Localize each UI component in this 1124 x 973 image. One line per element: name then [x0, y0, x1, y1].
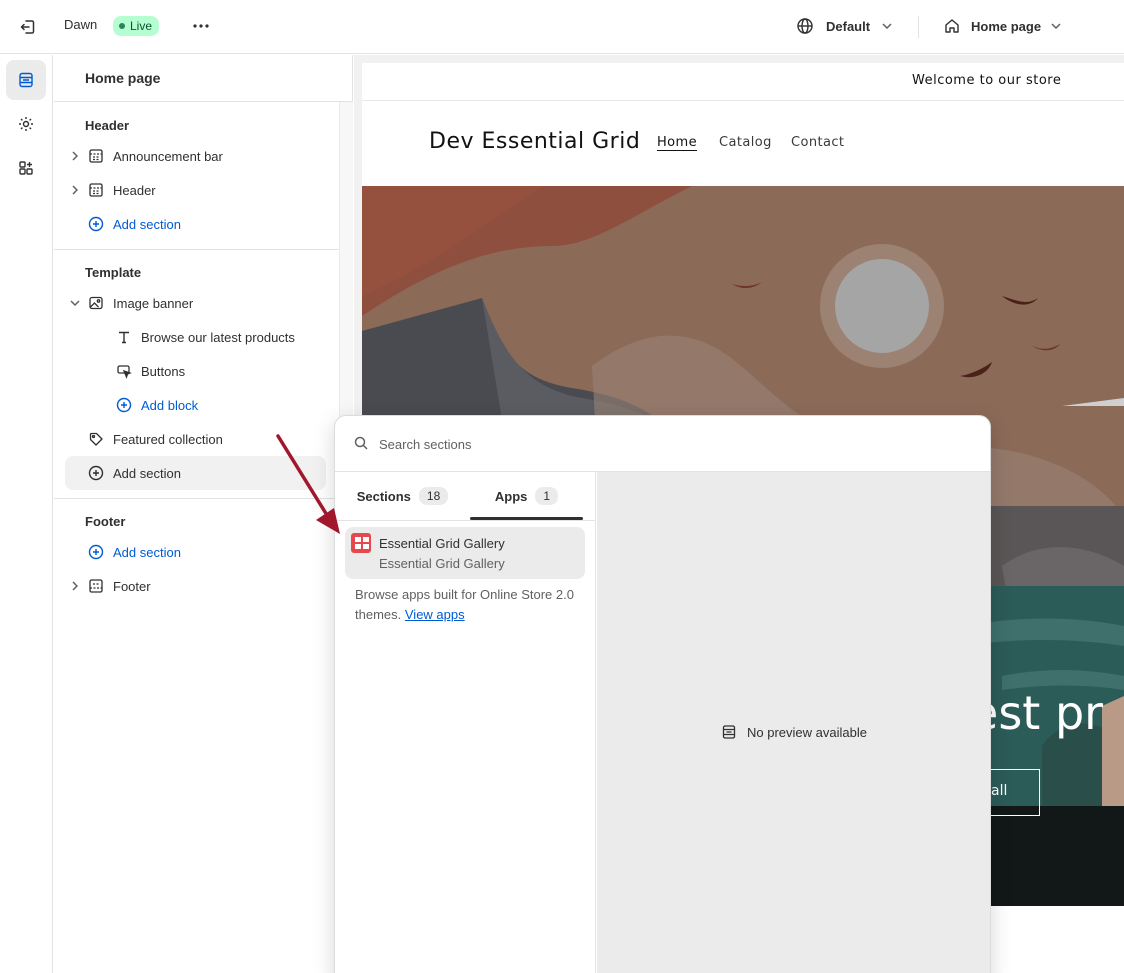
- settings-icon[interactable]: [6, 104, 46, 144]
- text-icon: [115, 328, 133, 346]
- app-block-subtitle: Essential Grid Gallery: [379, 556, 505, 571]
- globe-icon: [797, 18, 813, 34]
- store-nav-contact[interactable]: Contact: [791, 135, 844, 150]
- tab-count-badge: 18: [418, 487, 449, 505]
- section-search-bar: [335, 416, 990, 472]
- section-sidebar: Home page Header Announcement bar Header…: [54, 55, 353, 973]
- divider: [54, 101, 353, 102]
- sidebar-item-label: Header: [113, 182, 156, 198]
- store-nav-catalog[interactable]: Catalog: [719, 135, 772, 150]
- chevron-right-icon[interactable]: [69, 185, 81, 195]
- sidebar-item-image-banner[interactable]: Image banner: [69, 288, 334, 318]
- theme-name: Dawn: [64, 17, 98, 32]
- no-preview-message: No preview available: [721, 724, 867, 740]
- search-sections-input[interactable]: [379, 432, 939, 456]
- footer-add-section-button[interactable]: Add section: [87, 537, 334, 567]
- chevron-down-icon[interactable]: [69, 300, 81, 306]
- popover-preview-panel: No preview available: [597, 472, 990, 973]
- plus-circle-icon: [87, 543, 105, 561]
- store-nav-home[interactable]: Home: [657, 135, 697, 150]
- tab-sections[interactable]: Sections 18: [335, 472, 470, 520]
- topbar-divider: [918, 16, 919, 38]
- image-icon: [87, 294, 105, 312]
- plus-circle-icon: [115, 396, 133, 414]
- apps-icon[interactable]: [6, 148, 46, 188]
- header-add-section-button[interactable]: Add section: [87, 209, 334, 239]
- tab-count-badge: 1: [535, 487, 559, 505]
- store-header[interactable]: Dev Essential Grid Home Catalog Contact: [362, 101, 1124, 187]
- banner-button-label: all: [991, 783, 1008, 799]
- view-apps-link[interactable]: View apps: [405, 607, 465, 622]
- chevron-down-icon: [1051, 23, 1061, 29]
- sidebar-item-label: Image banner: [113, 295, 194, 311]
- add-section-popover: Sections 18 Apps 1 Essential Grid Galler…: [334, 415, 991, 973]
- footer-layout-icon: [87, 577, 105, 595]
- tag-icon: [87, 430, 105, 448]
- footer-group-label: Footer: [85, 514, 126, 529]
- sections-icon: [722, 725, 736, 739]
- sidebar-item-announcement-bar[interactable]: Announcement bar: [69, 141, 334, 171]
- left-rail: [0, 55, 53, 973]
- sidebar-title: Home page: [85, 70, 161, 86]
- browse-apps-text: Browse apps built for Online Store 2.0 t…: [355, 585, 580, 625]
- app-block-name: Essential Grid Gallery: [379, 536, 505, 551]
- sidebar-item-label: Announcement bar: [113, 148, 223, 164]
- add-block-label: Add block: [141, 397, 199, 413]
- divider: [54, 249, 339, 250]
- plus-circle-icon: [87, 464, 105, 482]
- sidebar-item-header[interactable]: Header: [69, 175, 334, 205]
- ellipsis-icon: [193, 24, 209, 28]
- sidebar-item-footer[interactable]: Footer: [69, 571, 334, 601]
- live-status-label: Live: [130, 19, 153, 33]
- tab-label: Sections: [356, 488, 411, 504]
- sidebar-item-label: Featured collection: [113, 431, 223, 447]
- sidebar-item-label: Footer: [113, 578, 151, 594]
- top-bar: Dawn Live Default Home page: [0, 0, 1124, 54]
- more-actions-button[interactable]: [188, 14, 214, 38]
- section-layout-icon: [87, 147, 105, 165]
- divider: [54, 498, 339, 499]
- popover-list-panel: Sections 18 Apps 1 Essential Grid Galler…: [335, 472, 596, 973]
- template-group-label: Template: [85, 265, 142, 280]
- plus-circle-icon: [87, 215, 105, 233]
- header-group-label: Header: [85, 118, 130, 133]
- search-icon: [354, 436, 368, 450]
- announcement-text: Welcome to our store: [912, 73, 1062, 88]
- home-icon: [945, 19, 959, 33]
- app-logo-icon: [351, 533, 371, 553]
- section-layout-icon: [87, 181, 105, 199]
- no-preview-label: No preview available: [747, 724, 867, 740]
- cursor-button-icon: [115, 362, 133, 380]
- app-block-item[interactable]: Essential Grid Gallery Essential Grid Ga…: [345, 527, 585, 579]
- chevron-right-icon[interactable]: [69, 151, 81, 161]
- locale-label: Default: [826, 18, 871, 34]
- exit-icon[interactable]: [16, 15, 40, 39]
- template-add-section-button[interactable]: Add section: [65, 456, 326, 490]
- block-item-buttons[interactable]: Buttons: [115, 356, 334, 386]
- page-selector[interactable]: Home page: [943, 14, 1061, 38]
- block-item-label: Browse our latest products: [141, 329, 295, 345]
- sections-icon[interactable]: [6, 60, 46, 100]
- chevron-down-icon: [882, 23, 892, 29]
- divider: [335, 520, 596, 521]
- block-item-text[interactable]: Browse our latest products: [115, 322, 334, 352]
- add-section-label: Add section: [113, 216, 181, 232]
- announcement-bar[interactable]: Welcome to our store: [362, 63, 1124, 101]
- page-label: Home page: [971, 18, 1042, 34]
- tab-apps[interactable]: Apps 1: [470, 472, 583, 520]
- tab-label: Apps: [494, 488, 528, 504]
- add-section-label: Add section: [113, 544, 181, 560]
- chevron-right-icon[interactable]: [69, 581, 81, 591]
- block-item-label: Buttons: [141, 363, 186, 379]
- sidebar-item-featured-collection[interactable]: Featured collection: [87, 424, 334, 454]
- add-block-button[interactable]: Add block: [115, 390, 334, 420]
- live-status-badge: Live: [113, 16, 160, 36]
- live-dot-icon: [119, 23, 125, 29]
- locale-selector[interactable]: Default: [796, 14, 892, 38]
- store-brand: Dev Essential Grid: [429, 129, 641, 154]
- add-section-label: Add section: [113, 465, 181, 481]
